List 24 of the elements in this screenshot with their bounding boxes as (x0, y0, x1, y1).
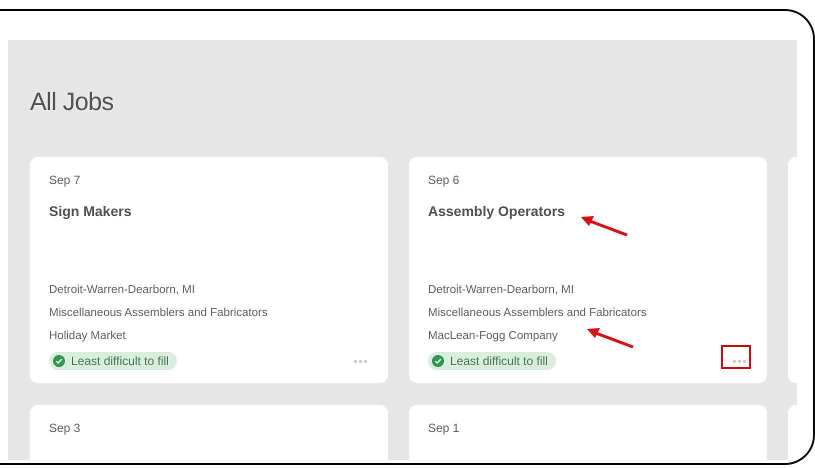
difficulty-badge: Least difficult to fill (428, 352, 556, 370)
page-title: All Jobs (30, 88, 115, 117)
job-location: Detroit-Warren-Dearborn, MI (428, 283, 574, 297)
job-occupation: Miscellaneous Assemblers and Fabricators (428, 306, 647, 320)
job-title: Sign Makers (49, 203, 132, 219)
job-card[interactable]: Sep 6 Assembly Operators Detroit-Warren-Dearborn, MI Miscellaneous Assemblers and Fabricators MacLean-Fogg Company Least difficult to fill (409, 157, 767, 383)
job-card[interactable]: Sep 3 (30, 405, 388, 460)
job-occupation: Miscellaneous Assemblers and Fabricators (49, 306, 268, 320)
check-circle-icon (53, 355, 65, 367)
highlight-box (721, 345, 751, 369)
arrow-icon (581, 215, 629, 237)
job-date: Sep 6 (428, 173, 460, 187)
difficulty-badge: Least difficult to fill (49, 352, 177, 370)
job-company: MacLean-Fogg Company (428, 329, 558, 343)
job-company: Holiday Market (49, 329, 126, 343)
job-date: Sep 3 (49, 421, 80, 435)
job-date: Sep 7 (49, 173, 80, 187)
job-title: Assembly Operators (428, 203, 565, 219)
arrow-icon (587, 327, 635, 349)
check-circle-icon (432, 355, 444, 367)
job-location: Detroit-Warren-Dearborn, MI (49, 283, 195, 297)
job-date: Sep 1 (428, 421, 460, 435)
job-card[interactable]: Sep 7 Sign Makers Detroit-Warren-Dearborn, MI Miscellaneous Assemblers and Fabricators Holiday Market Least difficult to fill (30, 157, 388, 383)
job-card[interactable]: Sep 1 (409, 405, 767, 460)
